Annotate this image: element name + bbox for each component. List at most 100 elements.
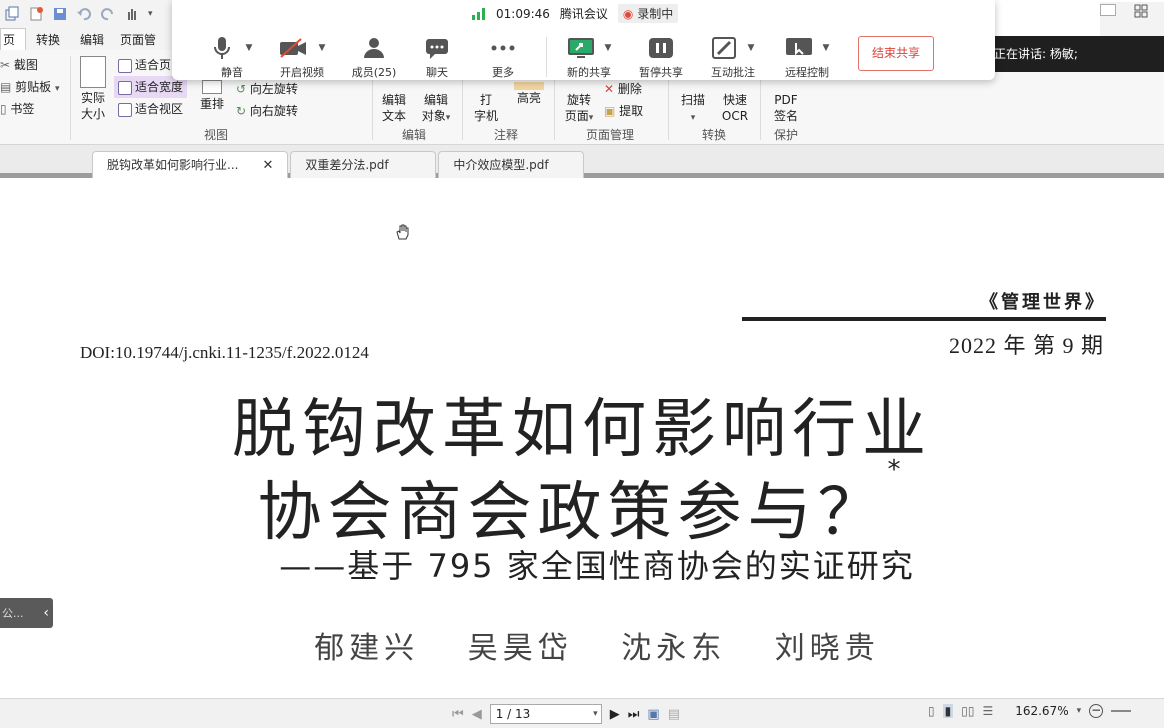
fit-width-status-icon[interactable]: ▤ xyxy=(668,707,680,722)
actual-size-icon xyxy=(80,56,106,88)
copy-icon[interactable] xyxy=(4,6,20,22)
redo-icon[interactable] xyxy=(100,6,116,22)
chevron-down-icon[interactable]: ▾ xyxy=(593,705,598,723)
end-share-button[interactable]: 结束共享 xyxy=(858,36,934,71)
undo-icon[interactable] xyxy=(76,6,92,22)
document-page[interactable]: 《管理世界》 2022 年 第 9 期 DOI:10.19744/j.cnki.… xyxy=(0,183,1164,698)
issue-number: 2022 年 第 9 期 xyxy=(948,333,1104,358)
speaking-indicator: 正在讲话: 杨敏; xyxy=(990,36,1164,72)
rotate-right-button[interactable]: ↻ 向右旋转 xyxy=(236,100,298,122)
screenshot-button[interactable]: ✂ 截图 xyxy=(0,54,60,76)
group-label-convert: 转换 xyxy=(701,128,726,142)
first-page-icon[interactable]: ⏮ xyxy=(452,707,464,722)
close-icon[interactable]: ✕ xyxy=(262,152,273,179)
microphone-icon xyxy=(213,37,230,59)
zoom-out-icon[interactable]: − xyxy=(1089,704,1104,718)
side-panel-toggle[interactable]: 公... ‹ xyxy=(0,598,53,628)
highlight-button[interactable]: 高亮 xyxy=(512,82,546,106)
fit-view-icon xyxy=(118,102,132,117)
rotate-left-icon: ↺ xyxy=(236,82,250,96)
edit-object-button[interactable]: 编辑 对象▾ xyxy=(416,92,456,126)
next-page-icon[interactable]: ▶ xyxy=(610,707,620,722)
group-label-pages: 页面管理 xyxy=(585,128,634,142)
header-rule xyxy=(742,317,1106,321)
prev-page-icon[interactable]: ◀ xyxy=(472,707,482,722)
pause-share-button[interactable]: 暂停共享 xyxy=(625,34,697,80)
chevron-down-icon: ▾ xyxy=(55,84,60,94)
screenshot-icon: ✂ xyxy=(0,58,14,72)
new-share-button[interactable]: ▼ 新的共享 xyxy=(553,34,625,80)
document-tabs: 脱钩改革如何影响行业... ✕ 双重差分法.pdf 中介效应模型.pdf xyxy=(0,145,1164,178)
zoom-level[interactable]: 162.67% xyxy=(1015,704,1068,718)
search-field[interactable] xyxy=(1100,4,1116,16)
last-page-icon[interactable]: ⏭ xyxy=(628,707,640,722)
rotate-right-icon: ↻ xyxy=(236,104,250,118)
fit-page-icon xyxy=(118,58,132,73)
doc-tab[interactable]: 中介效应模型.pdf xyxy=(438,151,585,178)
rotate-left-button[interactable]: ↺ 向左旋转 xyxy=(236,78,298,100)
zoom-dropdown-icon[interactable]: ▾ xyxy=(1077,706,1082,716)
clipboard-icon: ▤ xyxy=(0,80,16,94)
chevron-down-icon[interactable]: ▼ xyxy=(823,43,830,53)
reflow-view-icon[interactable]: ☰ xyxy=(982,704,993,718)
status-bar: ⏮ ◀ 1 / 13 ▾ ▶ ⏭ ▣ ▤ ▯ ▮ ▯▯ ☰ 162.67% ▾ − xyxy=(0,698,1164,728)
fit-width-icon xyxy=(118,80,132,95)
chat-icon xyxy=(426,39,448,59)
share-screen-icon xyxy=(567,38,594,58)
journal-name: 《管理世界》 xyxy=(980,292,1106,313)
page-number-field[interactable]: 1 / 13 ▾ xyxy=(489,704,602,724)
layout-grid-icon[interactable] xyxy=(1134,4,1148,18)
fit-page-status-icon[interactable]: ▣ xyxy=(647,707,659,722)
clipboard-button[interactable]: ▤ 剪贴板 ▾ xyxy=(0,76,60,98)
extract-page-button[interactable]: ▣ 提取 xyxy=(604,100,643,122)
paper-title-line-2: 协会商会政策参与？* xyxy=(257,455,907,550)
members-button[interactable]: 成员(25) xyxy=(340,34,408,80)
scan-button[interactable]: 扫描 ▾ xyxy=(676,92,710,126)
divider xyxy=(546,37,547,77)
reflow-button[interactable]: 重排 xyxy=(196,80,228,112)
actual-size-button[interactable]: 实际 大小 xyxy=(76,56,110,122)
chevron-left-icon[interactable]: ‹ xyxy=(43,605,49,621)
save-icon[interactable] xyxy=(52,6,68,22)
mute-button[interactable]: ▼ 静音 xyxy=(200,34,264,80)
interactive-annotation-button[interactable]: ▼ 互动批注 xyxy=(697,34,769,80)
group-label-edit: 编辑 xyxy=(401,128,426,142)
hand-cursor-icon xyxy=(396,224,409,240)
quickbar-dropdown-icon[interactable]: ▾ xyxy=(148,9,153,19)
hand-tool-icon[interactable] xyxy=(124,6,140,22)
typewriter-button[interactable]: 打 字机 xyxy=(468,92,504,124)
chevron-down-icon[interactable]: ▼ xyxy=(246,43,253,53)
doc-tab-active[interactable]: 脱钩改革如何影响行业... ✕ xyxy=(92,151,289,179)
menu-tab-home[interactable]: 页 xyxy=(0,28,27,50)
members-icon xyxy=(364,38,384,58)
remote-control-button[interactable]: ▼ 远程控制 xyxy=(769,34,845,80)
two-page-view-icon[interactable]: ▯▯ xyxy=(961,704,974,718)
delete-page-button[interactable]: ✕ 删除 xyxy=(604,78,643,100)
divider xyxy=(70,56,71,140)
bookmark-button[interactable]: ▯ 书签 xyxy=(0,98,60,120)
chevron-down-icon[interactable]: ▼ xyxy=(319,43,326,53)
pdf-sign-button[interactable]: PDF 签名 xyxy=(766,92,806,124)
doc-tab[interactable]: 双重差分法.pdf xyxy=(290,151,437,178)
single-page-view-icon[interactable]: ▯ xyxy=(928,704,935,718)
start-video-button[interactable]: ▼ 开启视频 xyxy=(264,34,340,80)
signal-icon xyxy=(472,7,485,20)
recording-badge[interactable]: ◉ 录制中 xyxy=(617,4,679,23)
new-doc-icon[interactable] xyxy=(28,6,44,22)
fit-view-button[interactable]: 适合视区 xyxy=(114,98,187,120)
edit-text-button[interactable]: 编辑 文本 xyxy=(378,92,410,124)
chevron-down-icon[interactable]: ▼ xyxy=(748,43,755,53)
chat-button[interactable]: 聊天 xyxy=(408,34,466,80)
chevron-down-icon[interactable]: ▼ xyxy=(605,43,612,53)
quick-ocr-button[interactable]: 快速 OCR xyxy=(716,92,754,124)
rotate-page-button[interactable]: 旋转 页面▾ xyxy=(558,92,600,126)
pause-icon xyxy=(649,38,673,58)
menu-tab-convert[interactable]: 转换 xyxy=(26,31,70,48)
menu-tab-page[interactable]: 页面管 xyxy=(114,31,162,48)
continuous-view-icon[interactable]: ▮ xyxy=(942,704,954,718)
group-label-protect: 保护 xyxy=(773,128,798,142)
zoom-slider[interactable] xyxy=(1111,710,1132,712)
extract-icon: ▣ xyxy=(604,104,620,118)
more-button[interactable]: 更多 xyxy=(466,34,540,80)
menu-tab-edit[interactable]: 编辑 xyxy=(70,31,114,48)
